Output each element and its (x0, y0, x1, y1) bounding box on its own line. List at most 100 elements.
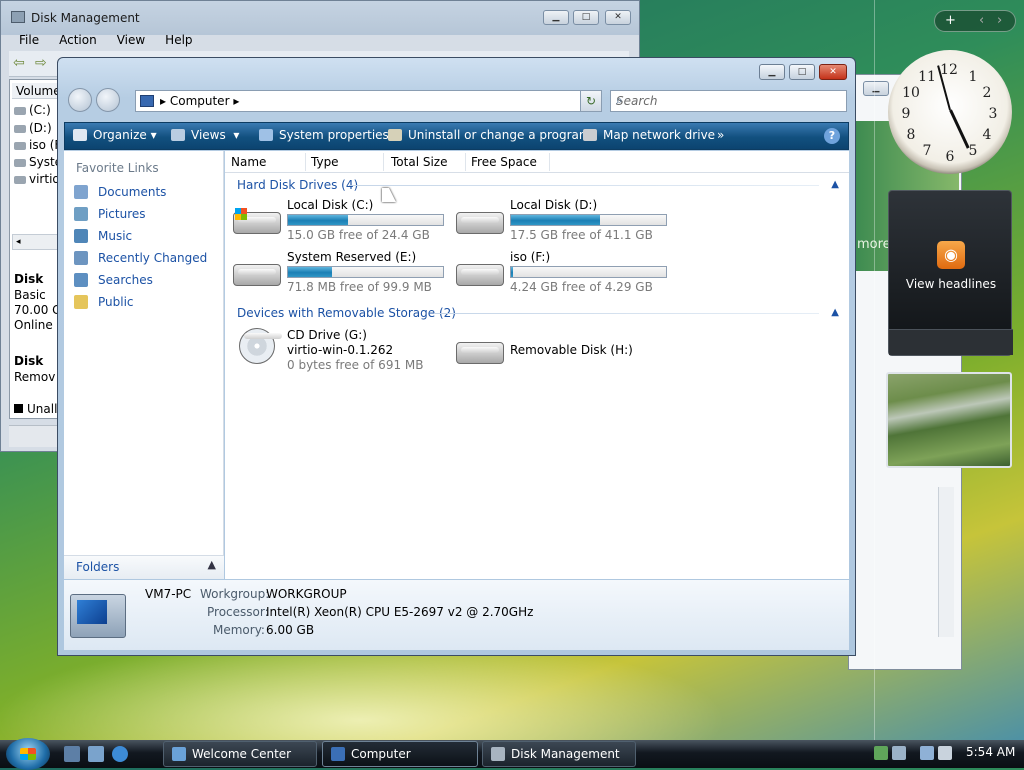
system-clock[interactable]: 5:54 AM (966, 745, 1015, 759)
task-computer[interactable]: Computer (322, 741, 478, 767)
menu-action[interactable]: Action (49, 31, 107, 51)
drive-icon (14, 106, 26, 115)
menu-help[interactable]: Help (155, 31, 202, 51)
close-button[interactable]: ✕ (605, 10, 631, 25)
forward-arrow-icon[interactable]: ⇨ (35, 56, 51, 70)
drive-h[interactable]: Removable Disk (H:) (456, 328, 671, 376)
clock-gadget[interactable]: 12 1 2 3 4 5 6 7 8 9 10 11 (888, 50, 1012, 174)
column-name[interactable]: Name (231, 155, 266, 169)
feed-gadget-footer (889, 329, 1013, 355)
uninstall-program-button[interactable]: Uninstall or change a program (388, 128, 591, 142)
documents-icon (74, 185, 88, 199)
usage-bar (287, 266, 444, 278)
public-folder-icon (74, 295, 88, 309)
start-button[interactable] (6, 738, 50, 770)
feed-headlines-gadget[interactable]: ◉ View headlines (888, 190, 1013, 356)
breadcrumb-computer[interactable]: Computer (170, 94, 230, 108)
view-headlines-label[interactable]: View headlines (889, 277, 1013, 291)
link-documents[interactable]: Documents (74, 185, 166, 199)
processor-label: Processor: (207, 605, 269, 619)
map-network-drive-button[interactable]: Map network drive (583, 128, 715, 142)
close-button[interactable]: ✕ (819, 64, 847, 80)
task-disk-management[interactable]: Disk Management (482, 741, 636, 767)
drive-g[interactable]: CD Drive (G:) virtio-win-0.1.262 0 bytes… (233, 328, 448, 376)
tray-icon[interactable] (874, 746, 888, 760)
drive-f[interactable]: iso (F:) 4.24 GB free of 4.29 GB (456, 250, 671, 298)
title-bar[interactable]: Disk Management ▁ □ ✕ (1, 1, 639, 35)
link-public[interactable]: Public (74, 295, 134, 309)
column-separator[interactable] (305, 153, 306, 171)
views-button[interactable]: Views ▾ (171, 128, 239, 142)
internet-explorer-icon[interactable] (112, 746, 128, 762)
back-button[interactable] (68, 88, 92, 112)
programs-icon (388, 129, 402, 141)
column-type[interactable]: Type (311, 155, 339, 169)
column-total-size[interactable]: Total Size (391, 155, 447, 169)
network-icon[interactable] (920, 746, 934, 760)
system-properties-icon (259, 129, 273, 141)
computer-window[interactable]: ▁ □ ✕ ▸ Computer ▸ ▼ ↻ Search ⌕ Organize… (57, 57, 856, 656)
hour-hand (949, 109, 970, 149)
show-desktop-icon[interactable] (64, 746, 80, 762)
computer-monitor-icon (70, 594, 126, 638)
group-removable-storage[interactable]: Devices with Removable Storage (2) (237, 306, 456, 320)
address-bar[interactable]: ▸ Computer ▸ ▼ (135, 90, 601, 112)
group-divider (349, 185, 819, 186)
usage-bar-fill (511, 267, 513, 277)
breadcrumb: ▸ Computer ▸ (160, 94, 240, 108)
organize-button[interactable]: Organize ▾ (73, 128, 157, 142)
search-input[interactable]: Search ⌕ (610, 90, 847, 112)
clock-number: 11 (918, 69, 936, 85)
music-icon (74, 229, 88, 243)
back-arrow-icon[interactable]: ⇦ (13, 56, 29, 70)
removable-disk-icon (456, 342, 504, 364)
menu-view[interactable]: View (107, 31, 155, 51)
system-properties-button[interactable]: System properties (259, 128, 389, 142)
column-separator[interactable] (465, 153, 466, 171)
link-searches[interactable]: Searches (74, 273, 153, 287)
column-free-space[interactable]: Free Space (471, 155, 537, 169)
folders-toggle[interactable]: Folders ▲ (64, 555, 224, 579)
usage-bar-fill (288, 215, 348, 225)
navigation-pane: Favorite Links Documents Pictures Music … (64, 151, 224, 579)
task-welcome-center[interactable]: Welcome Center (163, 741, 317, 767)
views-icon (171, 129, 185, 141)
search-icon[interactable]: ⌕ (616, 93, 842, 108)
maximize-button[interactable]: □ (573, 10, 599, 25)
clock-number: 3 (988, 106, 998, 122)
forward-button[interactable] (96, 88, 120, 112)
collapse-group-icon[interactable]: ▲ (831, 307, 839, 318)
switch-windows-icon[interactable] (88, 746, 104, 762)
clock-number: 7 (922, 143, 932, 159)
column-separator[interactable] (383, 153, 384, 171)
clock-number: 2 (982, 85, 992, 101)
menu-file[interactable]: File (9, 31, 49, 51)
link-music[interactable]: Music (74, 229, 132, 243)
drive-c[interactable]: Local Disk (C:) 15.0 GB free of 24.4 GB (233, 198, 448, 246)
column-separator[interactable] (549, 153, 550, 171)
vertical-scrollbar[interactable] (938, 487, 954, 637)
link-pictures[interactable]: Pictures (74, 207, 146, 221)
drive-e[interactable]: System Reserved (E:) 71.8 MB free of 99.… (233, 250, 448, 298)
link-recently-changed[interactable]: Recently Changed (74, 251, 207, 265)
drive-d[interactable]: Local Disk (D:) 17.5 GB free of 41.1 GB (456, 198, 671, 246)
help-icon[interactable]: ? (824, 128, 840, 144)
add-gadget-icon[interactable]: + (945, 13, 956, 28)
slideshow-gadget[interactable] (886, 372, 1012, 468)
drive-icon (14, 124, 26, 133)
details-pane: VM7-PC Workgroup: WORKGROUP Processor: I… (64, 580, 849, 650)
computer-icon (140, 95, 154, 107)
minimize-button[interactable]: ▁ (759, 64, 785, 80)
group-hard-disk-drives[interactable]: Hard Disk Drives (4) (237, 178, 358, 192)
collapse-group-icon[interactable]: ▲ (831, 179, 839, 190)
next-icon[interactable]: › (997, 13, 1002, 28)
volume-muted-icon[interactable] (938, 746, 952, 760)
refresh-button[interactable]: ↻ (580, 90, 602, 112)
usage-bar (287, 214, 444, 226)
more-commands-button[interactable]: » (717, 128, 724, 142)
tray-icon[interactable] (892, 746, 906, 760)
minimize-button[interactable]: ▁ (863, 81, 889, 96)
minimize-button[interactable]: ▁ (543, 10, 569, 25)
prev-icon[interactable]: ‹ (979, 13, 984, 28)
maximize-button[interactable]: □ (789, 64, 815, 80)
